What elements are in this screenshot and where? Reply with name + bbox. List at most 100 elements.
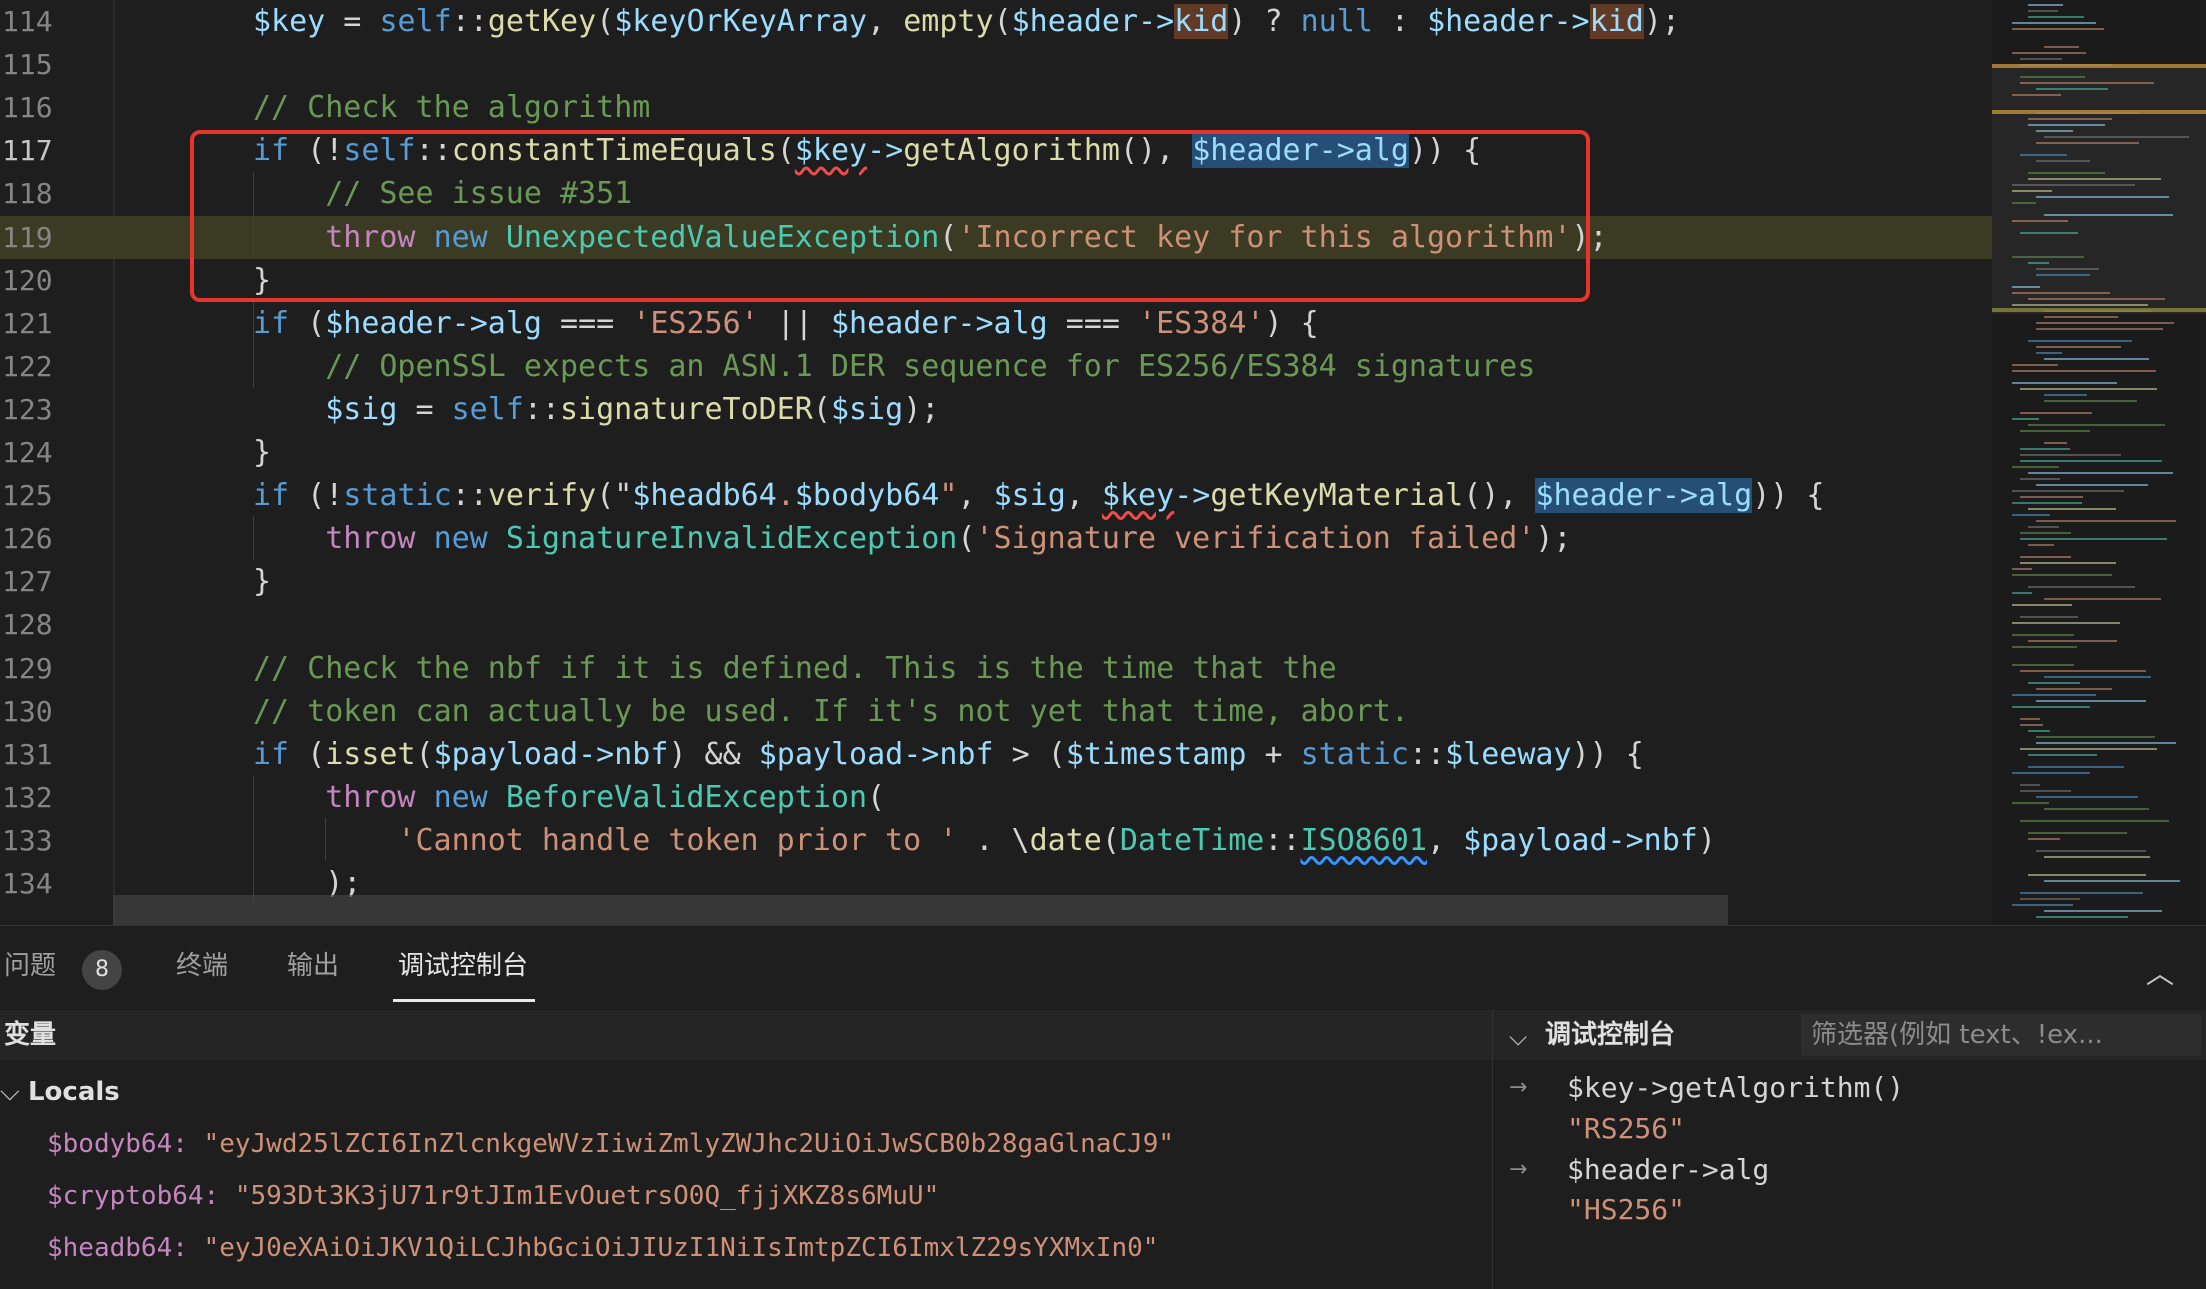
minimap-line: [2028, 832, 2127, 834]
code-token: > (: [993, 736, 1066, 772]
minimap-line: [2020, 58, 2062, 60]
code-line[interactable]: 127}: [0, 560, 1992, 603]
tab-problems[interactable]: 问题: [4, 946, 56, 986]
line-number[interactable]: 133: [0, 819, 62, 862]
code-line[interactable]: 131 if (isset($payload->nbf) && $payload-…: [0, 733, 1992, 776]
line-number[interactable]: 122: [0, 345, 62, 388]
line-number[interactable]: 118: [0, 172, 62, 215]
code-text[interactable]: // Check the nbf if it is defined. This …: [253, 647, 1337, 690]
line-number[interactable]: 128: [0, 603, 62, 646]
tab-output[interactable]: 输出: [287, 946, 339, 986]
line-number[interactable]: 119: [0, 216, 62, 259]
line-number[interactable]: 116: [0, 86, 62, 129]
code-token: (: [993, 4, 1012, 39]
code-token: SignatureInvalidException: [505, 521, 958, 557]
minimap-line: [2012, 604, 2072, 606]
more-actions-icon[interactable]: ⋮: [2196, 948, 2206, 976]
code-line[interactable]: 121 if ($header->alg === 'ES256' || $head…: [0, 302, 1992, 345]
code-token: signatureToDER: [560, 391, 813, 427]
code-text[interactable]: if ($header->alg === 'ES256' || $header-…: [253, 302, 1319, 345]
locals-scope[interactable]: ⌵ Locals: [0, 1072, 120, 1112]
code-line[interactable]: 124}: [0, 431, 1992, 474]
code-line[interactable]: 125 if (!static::verify("$headb64.$bodyb6…: [0, 474, 1992, 517]
line-number[interactable]: 115: [0, 43, 62, 86]
code-text[interactable]: $key = self::getKey($keyOrKeyArray, empt…: [253, 0, 1680, 43]
line-number[interactable]: 126: [0, 517, 62, 560]
variable-row[interactable]: $cryptob64: "593Dt3K3jU71r9tJIm1EvOuetrs…: [47, 1176, 939, 1216]
minimap-slider[interactable]: [1992, 64, 2206, 314]
line-number[interactable]: 131: [0, 733, 62, 776]
minimap-line: [2012, 646, 2077, 648]
minimap-line: [2020, 448, 2070, 450]
code-text[interactable]: }: [253, 431, 271, 474]
maximize-panel-icon[interactable]: ︿: [2146, 952, 2174, 992]
code-line[interactable]: 122 // OpenSSL expects an ASN.1 DER seque…: [0, 345, 1992, 388]
minimap-line: [2020, 388, 2157, 390]
minimap-line: [2036, 742, 2176, 744]
minimap-line: [2028, 172, 2105, 174]
code-token: // OpenSSL expects an ASN.1 DER sequence…: [325, 348, 1536, 384]
debug-console-header[interactable]: ⌵ 调试控制台 筛选器(例如 text、!ex...: [1493, 1010, 2206, 1060]
code-text[interactable]: // token can actually be used. If it's n…: [253, 690, 1409, 733]
minimap-line: [2020, 532, 2071, 534]
line-number[interactable]: 125: [0, 474, 62, 517]
horizontal-scrollbar[interactable]: [113, 895, 1728, 925]
console-expression[interactable]: $header->alg: [1567, 1150, 1769, 1190]
line-number[interactable]: 121: [0, 302, 62, 345]
line-number[interactable]: 123: [0, 388, 62, 431]
code-line[interactable]: 115: [0, 43, 1992, 86]
code-line[interactable]: 132 throw new BeforeValidException(: [0, 776, 1992, 819]
console-result[interactable]: "RS256": [1567, 1109, 1685, 1149]
line-number[interactable]: 120: [0, 259, 62, 302]
variable-row[interactable]: $headb64: "eyJ0eXAiOiJKV1QiLCJhbGciOiJIU…: [47, 1228, 1158, 1268]
code-text[interactable]: if (!static::verify("$headb64.$bodyb64",…: [253, 474, 1824, 517]
code-text[interactable]: // Check the algorithm: [253, 86, 650, 129]
code-text[interactable]: 'Cannot handle token prior to ' . \date(…: [397, 819, 1716, 862]
code-token: ===: [1047, 305, 1139, 341]
code-text[interactable]: // OpenSSL expects an ASN.1 DER sequence…: [325, 345, 1535, 388]
line-number[interactable]: 117: [0, 129, 62, 172]
line-number[interactable]: 124: [0, 431, 62, 474]
variables-header[interactable]: 变量: [0, 1010, 1492, 1060]
code-line[interactable]: 130 // token can actually be used. If it'…: [0, 690, 1992, 733]
code-line[interactable]: 114 $key = self::getKey($keyOrKeyArray, e…: [0, 0, 1992, 43]
console-result[interactable]: "HS256": [1567, 1190, 1685, 1230]
code-text[interactable]: }: [253, 560, 271, 603]
code-line[interactable]: 126 throw new SignatureInvalidException('…: [0, 517, 1992, 560]
problems-count-badge: 8: [82, 950, 122, 990]
console-filter-input[interactable]: 筛选器(例如 text、!ex...: [1801, 1014, 2201, 1056]
console-expression[interactable]: $key->getAlgorithm(): [1567, 1068, 1904, 1108]
tab-terminal[interactable]: 终端: [176, 946, 228, 986]
code-line[interactable]: 123 $sig = self::signatureToDER($sig);: [0, 388, 1992, 431]
code-text[interactable]: throw new SignatureInvalidException('Sig…: [325, 517, 1571, 560]
code-token: ) &&: [668, 736, 759, 772]
code-line[interactable]: 128: [0, 603, 1992, 646]
code-text[interactable]: throw new BeforeValidException(: [325, 776, 885, 819]
minimap[interactable]: [1992, 0, 2206, 925]
code-line[interactable]: 129 // Check the nbf if it is defined. Th…: [0, 647, 1992, 690]
code-token: isset: [325, 736, 416, 772]
line-number[interactable]: 130: [0, 690, 62, 733]
code-text[interactable]: if (isset($payload->nbf) && $payload->nb…: [253, 733, 1644, 776]
line-number[interactable]: 134: [0, 862, 62, 905]
minimap-line: [2012, 382, 2117, 384]
line-number[interactable]: 132: [0, 776, 62, 819]
panel-tabs: 问题 8 终端 输出 调试控制台 ︿ ⋮: [0, 926, 2206, 1010]
line-number[interactable]: 129: [0, 647, 62, 690]
line-number[interactable]: 127: [0, 560, 62, 603]
minimap-line: [2036, 196, 2169, 198]
minimap-line: [2020, 724, 2043, 726]
tab-debug-console[interactable]: 调试控制台: [398, 946, 528, 986]
line-number[interactable]: 114: [0, 0, 62, 43]
code-line[interactable]: 133 'Cannot handle token prior to ' . \da…: [0, 819, 1992, 862]
code-text[interactable]: $sig = self::signatureToDER($sig);: [325, 388, 939, 431]
variable-row[interactable]: $bodyb64: "eyJwd25lZCI6InZlcnkgeWVzIiwiZ…: [47, 1124, 1174, 1164]
minimap-line: [2012, 304, 2148, 306]
code-token: +: [1246, 736, 1301, 772]
code-line[interactable]: 116 // Check the algorithm: [0, 86, 1992, 129]
code-token: $header->alg: [1535, 478, 1753, 514]
code-token: // token can actually be used. If it's n…: [253, 693, 1409, 729]
minimap-line: [2028, 472, 2173, 474]
minimap-line: [2044, 598, 2161, 600]
code-token: );: [1643, 4, 1680, 39]
